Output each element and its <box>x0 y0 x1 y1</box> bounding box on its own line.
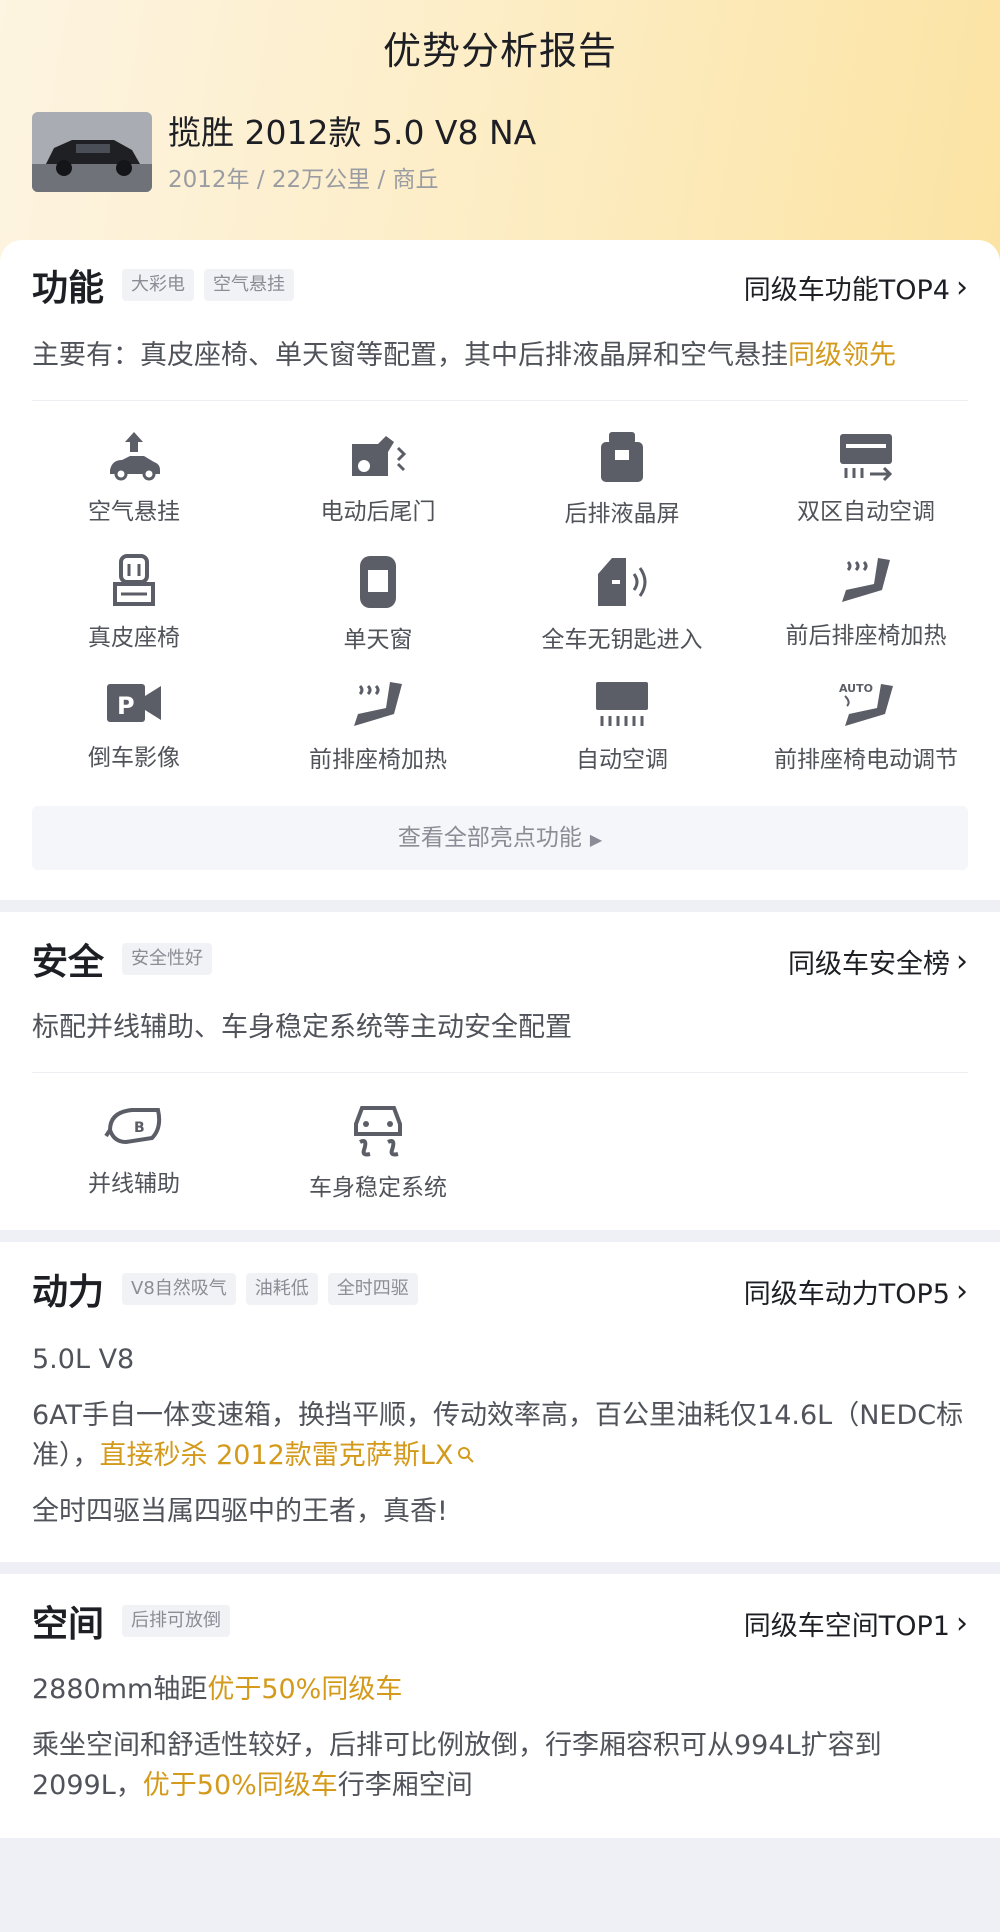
function-rank-link[interactable]: 同级车功能TOP4 › <box>744 268 968 307</box>
tag: 空气悬挂 <box>204 269 295 301</box>
blind-spot-icon: B <box>104 1108 162 1145</box>
feature-label: 空气悬挂 <box>88 499 180 525</box>
feature-item[interactable]: 前排座椅加热 <box>256 678 500 774</box>
feature-item[interactable]: 单天窗 <box>256 554 500 654</box>
tag: V8自然吸气 <box>122 1273 236 1305</box>
feature-item[interactable]: AUTO 前排座椅电动调节 <box>744 678 988 774</box>
divider <box>32 400 968 401</box>
feature-label: 前后排座椅加热 <box>785 623 947 649</box>
power-description: 6AT手自一体变速箱，换挡平顺，传动效率高，百公里油耗仅14.6L（NEDC标准… <box>32 1396 968 1476</box>
svg-text:AUTO: AUTO <box>839 682 873 695</box>
feature-label: 双区自动空调 <box>797 499 935 525</box>
chevron-right-icon: › <box>956 1273 968 1309</box>
function-description: 主要有：真皮座椅、单天窗等配置，其中后排液晶屏和空气悬挂同级领先 <box>32 336 968 376</box>
seat-heat-icon <box>842 558 890 602</box>
view-all-features-button[interactable]: 查看全部亮点功能 ▶ <box>32 806 968 870</box>
feature-item[interactable]: 双区自动空调 <box>744 430 988 526</box>
tag: 后排可放倒 <box>122 1605 231 1637</box>
car-subtitle: 2012年 / 22万公里 / 商丘 <box>168 167 439 193</box>
feature-item[interactable]: 车身稳定系统 <box>256 1102 500 1202</box>
feature-label: 自动空调 <box>576 747 668 773</box>
power-4wd-text: 全时四驱当属四驱中的王者，真香! <box>32 1496 448 1527</box>
rear-screen-icon <box>601 432 643 482</box>
car-thumbnail[interactable] <box>32 112 152 192</box>
power-engine: 5.0L V8 <box>32 1344 135 1375</box>
chevron-right-icon: › <box>956 269 968 305</box>
wheelbase-highlight: 优于50%同级车 <box>207 1674 403 1705</box>
feature-label: 后排液晶屏 <box>564 501 680 527</box>
feature-label: 并线辅助 <box>88 1171 180 1197</box>
feature-label: 全车无钥匙进入 <box>541 627 703 653</box>
rank-label: 同级车安全榜 <box>788 949 950 980</box>
feature-item[interactable]: 前后排座椅加热 <box>744 554 988 650</box>
space-description: 乘坐空间和舒适性较好，后排可比例放倒，行李厢容积可从994L扩容到2099L，优… <box>32 1726 968 1806</box>
page-title: 优势分析报告 <box>382 29 617 73</box>
space-desc-highlight: 优于50%同级车 <box>142 1770 338 1801</box>
space-title: 空间 <box>32 1604 105 1645</box>
auto-ac-icon <box>596 682 648 726</box>
safety-description: 标配并线辅助、车身稳定系统等主动安全配置 <box>32 1012 572 1043</box>
power-seat-icon: AUTO <box>839 682 893 726</box>
leather-seat-icon <box>113 554 155 606</box>
tag: 安全性好 <box>122 943 213 975</box>
feature-label: 电动后尾门 <box>320 499 436 525</box>
feature-label: 倒车影像 <box>88 745 180 771</box>
tag: 大彩电 <box>122 269 195 301</box>
car-title: 揽胜 2012款 5.0 V8 NA <box>168 113 537 152</box>
power-rank-link[interactable]: 同级车动力TOP5 › <box>744 1272 968 1311</box>
air-suspension-icon <box>110 432 160 481</box>
feature-label: 前排座椅加热 <box>309 747 447 773</box>
divider <box>32 1072 968 1073</box>
chevron-right-icon: › <box>956 1605 968 1641</box>
front-seat-heat-icon <box>354 682 402 726</box>
stability-control-icon <box>354 1106 402 1157</box>
feature-item[interactable]: 后排液晶屏 <box>500 430 744 528</box>
rank-label: 同级车功能TOP4 <box>743 275 950 306</box>
feature-item[interactable]: 全车无钥匙进入 <box>500 554 744 654</box>
keyless-entry-icon <box>598 558 647 606</box>
wheelbase-text: 2880mm轴距 <box>32 1674 208 1705</box>
power-section: 动力 V8自然吸气 油耗低 全时四驱 同级车动力TOP5 › 5.0L V8 6… <box>0 1242 1000 1562</box>
triangle-right-icon: ▶ <box>589 830 603 849</box>
feature-item[interactable]: 电动后尾门 <box>256 430 500 526</box>
space-desc-tail: 行李厢空间 <box>337 1770 473 1801</box>
power-title: 动力 <box>32 1272 105 1313</box>
function-desc-text: 主要有：真皮座椅、单天窗等配置，其中后排液晶屏和空气悬挂 <box>32 340 788 371</box>
tag: 全时四驱 <box>327 1273 418 1305</box>
chevron-right-icon: › <box>956 943 968 979</box>
feature-label: 单天窗 <box>343 627 413 653</box>
tag: 油耗低 <box>245 1273 318 1305</box>
rank-label: 同级车动力TOP5 <box>743 1279 950 1310</box>
search-icon <box>458 1447 475 1463</box>
compare-link-label: 直接秒杀 2012款雷克萨斯LX <box>99 1440 454 1471</box>
power-tailgate-icon <box>352 436 407 476</box>
safety-rank-link[interactable]: 同级车安全榜 › <box>788 942 968 981</box>
safety-section: 安全 安全性好 同级车安全榜 › 标配并线辅助、车身稳定系统等主动安全配置 B … <box>0 912 1000 1230</box>
view-all-label: 查看全部亮点功能 <box>397 825 582 851</box>
feature-item[interactable]: 真皮座椅 <box>12 554 256 652</box>
dual-zone-ac-icon <box>840 434 893 482</box>
sunroof-icon <box>360 556 396 608</box>
space-rank-link[interactable]: 同级车空间TOP1 › <box>744 1604 968 1643</box>
feature-item[interactable]: P 倒车影像 <box>12 678 256 772</box>
feature-label: 车身稳定系统 <box>309 1175 447 1201</box>
function-desc-highlight: 同级领先 <box>788 340 896 371</box>
space-wheelbase: 2880mm轴距优于50%同级车 <box>32 1670 968 1710</box>
compare-link[interactable]: 直接秒杀 2012款雷克萨斯LX <box>100 1440 476 1471</box>
feature-item[interactable]: B 并线辅助 <box>12 1102 256 1198</box>
svg-text:P: P <box>117 692 135 720</box>
feature-label: 真皮座椅 <box>88 625 180 651</box>
feature-label: 前排座椅电动调节 <box>774 747 958 773</box>
space-section: 空间 后排可放倒 同级车空间TOP1 › 2880mm轴距优于50%同级车 乘坐… <box>0 1574 1000 1838</box>
feature-item[interactable]: 空气悬挂 <box>12 430 256 526</box>
function-title: 功能 <box>32 268 105 309</box>
function-section: 功能 大彩电 空气悬挂 同级车功能TOP4 › 主要有：真皮座椅、单天窗等配置，… <box>0 240 1000 900</box>
svg-text:B: B <box>134 1120 145 1136</box>
safety-title: 安全 <box>32 942 105 983</box>
reverse-camera-icon: P <box>107 684 161 722</box>
rank-label: 同级车空间TOP1 <box>743 1611 950 1642</box>
feature-item[interactable]: 自动空调 <box>500 678 744 774</box>
